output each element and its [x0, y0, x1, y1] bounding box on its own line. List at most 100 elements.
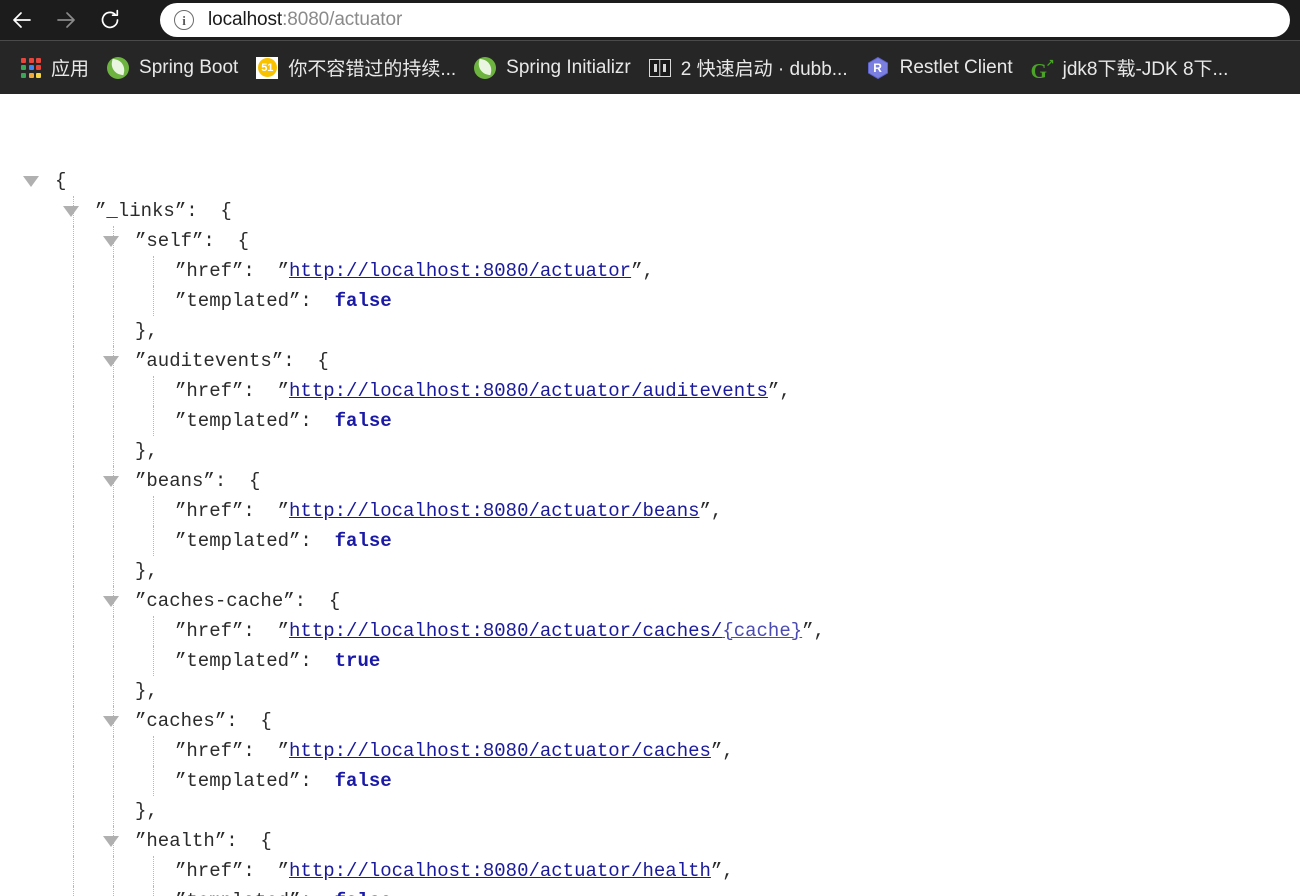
collapse-triangle-icon[interactable] [63, 206, 79, 217]
json-token: ”, [631, 260, 654, 282]
json-url-link[interactable]: http://localhost:8080/actuator/caches/ [289, 620, 722, 642]
json-line-text: ”health”: { [135, 826, 272, 856]
collapse-triangle-icon[interactable] [103, 596, 119, 607]
json-token: }, [135, 320, 158, 342]
indent-guide [113, 796, 114, 826]
json-token: }, [135, 440, 158, 462]
back-arrow-icon [13, 12, 31, 28]
forward-arrow-icon [57, 12, 75, 28]
indent-guide [73, 256, 74, 286]
json-boolean-value: false [334, 290, 392, 312]
collapse-triangle-icon[interactable] [103, 356, 119, 367]
json-line-text: ”templated”: false [175, 766, 392, 796]
indent-guide [113, 436, 114, 466]
indent-guide [113, 406, 114, 436]
json-line-text: }, [135, 676, 158, 706]
json-url-link[interactable]: http://localhost:8080/actuator/auditeven… [289, 380, 768, 402]
bookmark-spring-boot[interactable]: Spring Boot [98, 48, 247, 88]
collapse-triangle-icon[interactable] [103, 716, 119, 727]
bookmark-label: Spring Initializr [506, 56, 631, 78]
indent-guide [153, 646, 154, 676]
indent-guide [113, 646, 114, 676]
json-line-text: ”caches-cache”: { [135, 586, 340, 616]
json-token: ”href”: ” [175, 740, 290, 762]
json-line-text: }, [135, 556, 158, 586]
indent-guide [113, 556, 114, 586]
bookmark-restlet-client[interactable]: R Restlet Client [857, 48, 1022, 88]
bookmark-spring-initializr[interactable]: Spring Initializr [465, 48, 640, 88]
page-content: {”_links”: {”self”: {”href”: ”http://loc… [0, 94, 1300, 896]
page-info-icon[interactable]: i [174, 10, 194, 30]
spring-leaf-icon [107, 56, 130, 79]
bookmark-label: Restlet Client [899, 56, 1013, 78]
json-line-text: ”href”: ”http://localhost:8080/actuator”… [175, 256, 654, 286]
json-boolean-value: false [334, 530, 392, 552]
indent-guide [73, 436, 74, 466]
indent-guide [113, 256, 114, 286]
bookmark-51cto-article[interactable]: 51 你不容错过的持续... [247, 48, 465, 88]
indent-guide [113, 496, 114, 526]
collapse-triangle-icon[interactable] [103, 836, 119, 847]
json-token: ”, [710, 860, 734, 882]
indent-guide [113, 766, 114, 796]
json-line-text: ”templated”: false [175, 286, 392, 316]
json-url-link[interactable]: http://localhost:8080/actuator [289, 260, 631, 282]
json-line-text: }, [135, 436, 158, 466]
bookmark-dubbo-quickstart[interactable]: 2 快速启动 · dubb... [640, 48, 857, 88]
json-token: { [55, 170, 67, 192]
indent-guide [73, 376, 74, 406]
json-token: ”templated”: [175, 290, 335, 312]
bookmark-label: jdk8下载-JDK 8下... [1062, 59, 1229, 80]
reload-button[interactable] [88, 0, 132, 40]
indent-guide [73, 646, 74, 676]
bookmark-label: 你不容错过的持续... [288, 59, 457, 80]
json-boolean-value: false [334, 770, 392, 792]
bookmark-jdk8-download[interactable]: G↗ jdk8下载-JDK 8下... [1022, 48, 1238, 88]
badge-text: 51 [257, 58, 277, 77]
indent-guide [73, 556, 74, 586]
back-button[interactable] [0, 0, 44, 40]
address-bar[interactable]: i localhost:8080/actuator [160, 3, 1290, 37]
apps-grid-icon [21, 57, 41, 78]
json-line-text: ”self”: { [135, 226, 249, 256]
json-url-link[interactable]: http://localhost:8080/actuator/beans [289, 500, 699, 522]
indent-guide [73, 316, 74, 346]
indent-guide [73, 736, 74, 766]
indent-guide [73, 226, 74, 256]
spring-leaf-icon [474, 56, 497, 79]
json-line-text: { [55, 166, 66, 196]
indent-guide [153, 886, 154, 896]
address-bar-text: localhost:8080/actuator [208, 9, 402, 31]
json-line-text: ”href”: ”http://localhost:8080/actuator/… [175, 496, 722, 526]
collapse-triangle-icon[interactable] [23, 176, 39, 187]
json-token: ”caches-cache”: { [135, 590, 341, 612]
json-url-link[interactable]: {cache} [722, 620, 802, 642]
json-token: ”, [699, 500, 723, 522]
indent-guide [153, 616, 154, 646]
indent-guide [73, 796, 74, 826]
collapse-triangle-icon[interactable] [103, 476, 119, 487]
indent-guide [153, 736, 154, 766]
json-token: }, [135, 800, 158, 822]
json-token: ”templated”: [175, 530, 335, 552]
indent-guide [73, 706, 74, 736]
json-token: ”templated”: [175, 770, 335, 792]
forward-button[interactable] [44, 0, 88, 40]
bookmark-apps[interactable]: 应用 [12, 48, 98, 88]
browser-toolbar: i localhost:8080/actuator [0, 0, 1300, 40]
indent-guide [153, 256, 154, 286]
json-token: ”href”: ” [175, 380, 290, 402]
json-line-text: ”templated”: false [175, 886, 392, 896]
json-token: ”href”: ” [175, 620, 290, 642]
indent-guide [73, 286, 74, 316]
json-token: ”href”: ” [175, 500, 290, 522]
json-line-text: ”href”: ”http://localhost:8080/actuator/… [175, 616, 825, 646]
collapse-triangle-icon[interactable] [103, 236, 119, 247]
indent-guide [153, 376, 154, 406]
json-line-text: ”templated”: true [175, 646, 380, 676]
indent-guide [73, 616, 74, 646]
indent-guide [153, 406, 154, 436]
json-url-link[interactable]: http://localhost:8080/actuator/caches [289, 740, 711, 762]
json-url-link[interactable]: http://localhost:8080/actuator/health [289, 860, 711, 882]
indent-guide [73, 526, 74, 556]
